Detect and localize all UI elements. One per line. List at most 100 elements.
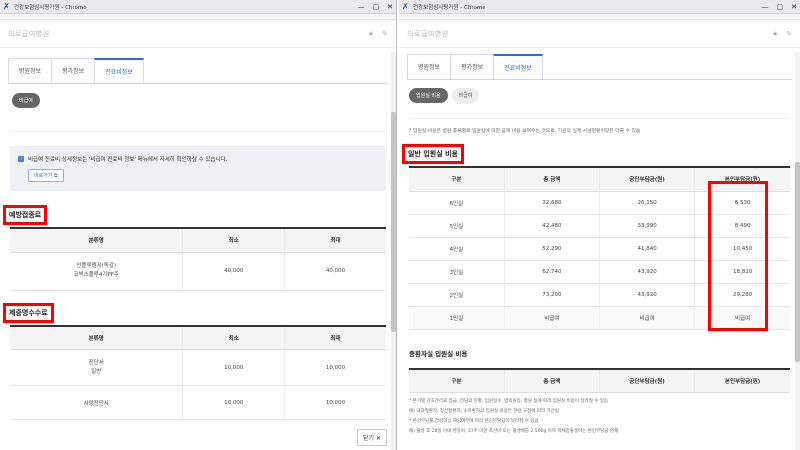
edit-icon[interactable]: ✎ [786, 30, 792, 38]
right-scroll-thumb[interactable] [795, 162, 800, 362]
chrome-app-icon: ✗ [402, 2, 409, 11]
col-header-max: 최대 [283, 325, 386, 350]
col-header-insurer-share: 공단부담금(원) [598, 167, 695, 192]
certificate-table: 분류명 최소 최대 진단서 일반 10,000 10,000 사망진단서 10,… [10, 324, 386, 420]
close-x-icon: ✕ [375, 435, 381, 442]
close-button-label: 닫기 [363, 435, 375, 442]
star-icon[interactable]: ★ [772, 30, 778, 38]
shortcut-button-label: 바로가기 [34, 173, 53, 179]
close-button[interactable]: 닫기 ✕ [357, 429, 387, 446]
tab-evaluation-info[interactable]: 평가정보 [450, 54, 495, 79]
section-title-certificate-text: 제증명수수료 [9, 308, 48, 317]
cell-total: 비급여 [503, 306, 600, 330]
table-row: 진단서 일반 10,000 10,000 [10, 349, 386, 386]
close-icon[interactable]: ✕ [387, 3, 393, 11]
section-title-icu-room: 중환자실 입원실 비용 [409, 349, 468, 358]
cell-max: 10,000 [283, 349, 386, 386]
cell-insurer-share: 26,150 [598, 191, 695, 215]
table-row: 사망진단서 10,000 10,000 [10, 385, 386, 420]
cell-total: 62,740 [503, 260, 600, 284]
section-title-certificate: 제증명수수료 [3, 302, 54, 323]
right-scrollbar[interactable] [795, 52, 800, 450]
right-browser-window: ✗ 건강보험심사평가원 - Chrome — ▢ ✕ 의료급여병원 ★ ✎ 병원… [399, 0, 800, 450]
chrome-app-icon: ✗ [3, 2, 10, 11]
notice-text: 비급여 진료비 상세정보는 '비급여 진료비 정보' 메뉴에서 자세히 확인하실… [28, 157, 228, 163]
cell-total: 52,290 [503, 237, 600, 261]
left-page-title: 의료급여병원 [8, 29, 50, 38]
room-cost-description: * 입원실 비용은 병원 종류별로 입원실에 대한 금액 비용 보여주는 것으로… [409, 129, 641, 134]
chip-room-cost[interactable]: 입원실 비용 [409, 88, 448, 103]
col-header-total: 총 금액 [503, 368, 600, 393]
notice-box: i 비급여 진료비 상세정보는 '비급여 진료비 정보' 메뉴에서 자세히 확인… [10, 146, 386, 191]
icu-room-table: 구분 총 금액 공단부담금(원) 본인부담금(원) [409, 367, 790, 393]
close-icon[interactable]: ✕ [791, 3, 797, 11]
chip-non-covered[interactable]: 비급여 [12, 93, 40, 108]
right-page-title: 의료급여병원 [407, 29, 449, 38]
notes: * 본기별 간호관리료 등급, 전담의 현황, 입원일수, 병의원등, 병원 등… [399, 397, 800, 437]
note-line: 예) 출생 후 28일 이내 영유아, 37주 미만 조산아 또는 출생체중 2… [409, 429, 619, 434]
cell-type: 5인실 [409, 214, 505, 238]
cell-max: 40,000 [283, 252, 386, 291]
cell-total: 32,680 [503, 191, 600, 215]
cell-insurer-share: 43,920 [598, 260, 695, 284]
chip-non-covered[interactable]: 비급여 [451, 88, 480, 103]
left-tabs: 병원정보 평가정보 진료비정보 [8, 58, 388, 84]
col-header-total: 총 금액 [503, 167, 600, 192]
cell-category: 사망진단서 [10, 385, 183, 420]
cell-insurer-share: 비급여 [598, 306, 695, 330]
cell-insurer-share: 33,990 [598, 214, 695, 238]
left-browser-window: ✗ 건강보험심사평가원 - Chrome — ▢ ✕ 의료급여병원 ★ ✎ 병원… [0, 0, 397, 450]
col-header-patient-share: 본인부담금(원) [694, 368, 790, 393]
maximize-icon[interactable]: ▢ [777, 3, 784, 11]
patient-share-highlight [708, 181, 768, 331]
col-header-min: 최소 [182, 325, 285, 350]
note-line: * 본인부담률 경감대상 해당여부에 따라 본인부담금이 달라질 수 있음 [409, 419, 539, 424]
info-icon: i [18, 156, 24, 162]
tab-medical-fee-info[interactable]: 진료비정보 [94, 58, 144, 83]
col-header-category: 분류명 [10, 228, 183, 253]
table-row: 인플루엔자(독감) 코박스플루4가PF주 40,000 40,000 [10, 252, 386, 291]
note-line: * 본기별 간호관리료 등급, 전담의 현황, 입원일수, 병의원등, 병원 등… [409, 399, 609, 404]
cell-insurer-share: 41,840 [598, 237, 695, 261]
tab-hospital-info[interactable]: 병원정보 [407, 54, 452, 79]
shortcut-button[interactable]: 바로가기 ⧉ [28, 169, 64, 182]
col-header-min: 최소 [182, 228, 285, 253]
section-title-vaccination: 예방접종료 [3, 205, 48, 225]
left-window-title: 건강보험심사평가원 - Chrome [14, 4, 87, 11]
left-scrollbar[interactable] [391, 52, 396, 450]
cell-total: 73,200 [503, 283, 600, 307]
col-header-type: 구분 [409, 368, 505, 393]
cell-insurer-share: 43,920 [598, 283, 695, 307]
cell-type: 3인실 [409, 260, 505, 284]
col-header-type: 구분 [409, 167, 505, 192]
cell-type: 6인실 [409, 191, 505, 215]
cell-type: 2인실 [409, 283, 505, 307]
col-header-max: 최대 [283, 228, 386, 253]
left-scroll-thumb[interactable] [391, 112, 396, 332]
right-title-bar[interactable]: ✗ 건강보험심사평가원 - Chrome — ▢ ✕ [399, 0, 800, 14]
tab-evaluation-info[interactable]: 평가정보 [51, 58, 96, 83]
star-icon[interactable]: ★ [368, 30, 374, 38]
tab-hospital-info[interactable]: 병원정보 [8, 58, 53, 83]
cell-max: 10,000 [283, 385, 386, 420]
vaccination-table: 분류명 최소 최대 인플루엔자(독감) 코박스플루4가PF주 40,000 40… [10, 227, 386, 291]
col-header-category: 분류명 [10, 325, 183, 350]
note-line: 예) 내과질환자, 정신질환자, 소아환자의 입원실 비용은 관련 규정에 따라… [409, 409, 559, 414]
cell-total: 42,480 [503, 214, 600, 238]
cell-min: 40,000 [182, 252, 285, 291]
cell-min: 10,000 [182, 385, 285, 420]
cell-min: 10,000 [182, 349, 285, 386]
left-title-bar[interactable]: ✗ 건강보험심사평가원 - Chrome — ▢ ✕ [0, 0, 396, 14]
minimize-icon[interactable]: — [358, 3, 365, 11]
cell-category: 인플루엔자(독감) 코박스플루4가PF주 [10, 252, 183, 291]
tab-medical-fee-info[interactable]: 진료비정보 [493, 54, 543, 79]
right-window-title: 건강보험심사평가원 - Chrome [413, 4, 486, 11]
cell-category: 진단서 일반 [10, 349, 183, 386]
cell-type: 1인실 [409, 306, 505, 330]
minimize-icon[interactable]: — [762, 3, 769, 11]
right-tabs: 병원정보 평가정보 진료비정보 [407, 54, 792, 80]
cell-type: 4인실 [409, 237, 505, 261]
section-title-vaccination-text: 예방접종료 [9, 211, 42, 219]
edit-icon[interactable]: ✎ [382, 30, 388, 38]
maximize-icon[interactable]: ▢ [373, 3, 380, 11]
